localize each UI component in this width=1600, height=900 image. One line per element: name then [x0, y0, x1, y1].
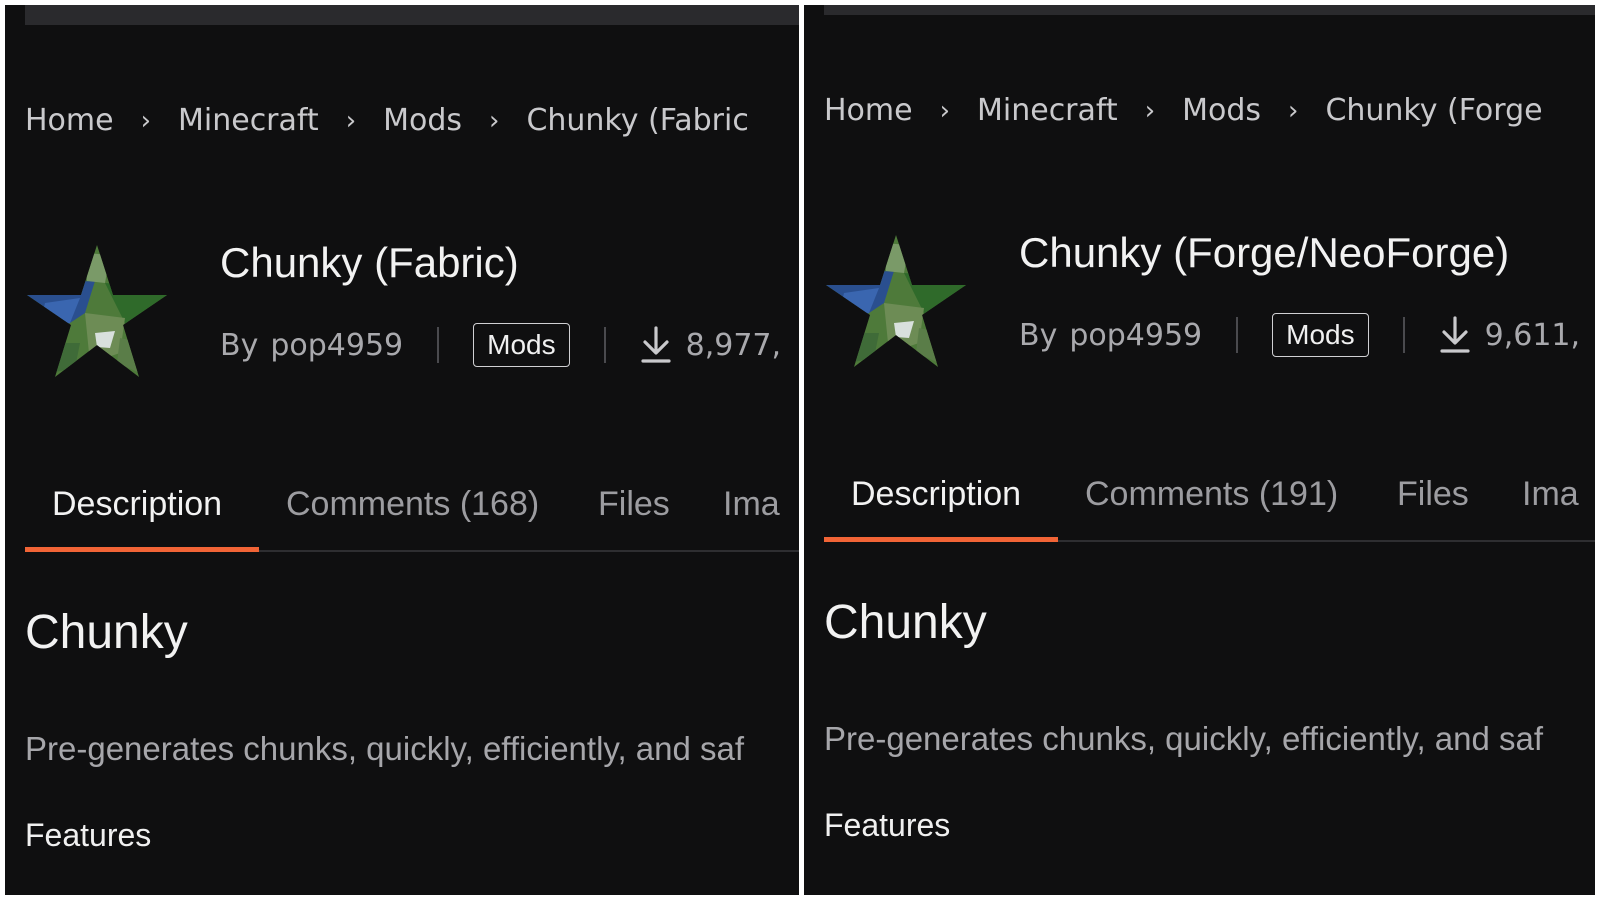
- breadcrumb-current: Chunky (Forge: [1325, 93, 1543, 128]
- chevron-right-icon: ›: [1288, 95, 1299, 126]
- project-title: Chunky (Forge/NeoForge): [1019, 229, 1510, 276]
- breadcrumb-mods[interactable]: Mods: [1182, 93, 1261, 128]
- fabric-project-page: Home › Minecraft › Mods › Chunky (Fabric: [5, 5, 799, 895]
- active-tab-indicator: [824, 537, 1058, 542]
- tab-comments[interactable]: Comments (191): [1085, 450, 1338, 540]
- features-heading: Features: [25, 817, 152, 853]
- download-icon: [1440, 316, 1470, 353]
- breadcrumb: Home › Minecraft › Mods › Chunky (Fabric: [25, 103, 749, 138]
- tab-comments[interactable]: Comments (168): [286, 460, 539, 550]
- project-meta: By pop4959 Mods 8,977,: [220, 323, 781, 367]
- author-link[interactable]: pop4959: [1069, 318, 1202, 353]
- project-tabs: Description Comments (191) Files Ima: [824, 450, 1595, 542]
- project-title: Chunky (Fabric): [220, 239, 519, 286]
- forge-project-page: Home › Minecraft › Mods › Chunky (Forge: [804, 5, 1595, 895]
- features-heading: Features: [824, 807, 951, 843]
- meta-divider: [1236, 317, 1239, 353]
- breadcrumb-home[interactable]: Home: [25, 103, 114, 138]
- chevron-right-icon: ›: [489, 105, 500, 136]
- tab-files[interactable]: Files: [598, 460, 670, 550]
- category-tag[interactable]: Mods: [473, 323, 570, 367]
- chevron-right-icon: ›: [140, 105, 151, 136]
- project-tabs: Description Comments (168) Files Ima: [25, 460, 799, 552]
- tab-images[interactable]: Ima: [1522, 450, 1579, 540]
- breadcrumb-home[interactable]: Home: [824, 93, 913, 128]
- download-icon: [641, 326, 671, 363]
- active-tab-indicator: [25, 547, 259, 552]
- category-tag[interactable]: Mods: [1272, 313, 1369, 357]
- breadcrumb-mods[interactable]: Mods: [383, 103, 462, 138]
- breadcrumb: Home › Minecraft › Mods › Chunky (Forge: [824, 93, 1543, 128]
- description-heading: Chunky: [25, 606, 188, 659]
- by-label: By: [220, 327, 259, 363]
- tab-description[interactable]: Description: [851, 450, 1021, 540]
- meta-divider: [1402, 317, 1405, 353]
- project-meta: By pop4959 Mods 9,611,: [1019, 313, 1580, 357]
- download-count: 8,977,: [685, 327, 782, 363]
- tab-files[interactable]: Files: [1397, 450, 1469, 540]
- description-heading: Chunky: [824, 596, 987, 649]
- chevron-right-icon: ›: [345, 105, 357, 136]
- top-search-bar[interactable]: [25, 5, 799, 25]
- by-label: By: [1019, 317, 1058, 353]
- chevron-right-icon: ›: [1144, 95, 1156, 126]
- tab-description[interactable]: Description: [52, 460, 222, 550]
- meta-divider: [437, 327, 440, 363]
- star-world-map-icon: [826, 235, 966, 367]
- author-link[interactable]: pop4959: [270, 328, 403, 363]
- meta-divider: [603, 327, 606, 363]
- project-summary: Pre-generates chunks, quickly, efficient…: [25, 730, 745, 767]
- breadcrumb-current: Chunky (Fabric: [526, 103, 749, 138]
- star-world-map-icon: [27, 245, 167, 377]
- comparison-screenshot: Home › Minecraft › Mods › Chunky (Fabric: [0, 0, 1600, 900]
- breadcrumb-minecraft[interactable]: Minecraft: [178, 103, 319, 138]
- project-summary: Pre-generates chunks, quickly, efficient…: [824, 720, 1544, 757]
- chevron-right-icon: ›: [939, 95, 950, 126]
- top-search-bar[interactable]: [824, 5, 1595, 15]
- download-count: 9,611,: [1484, 317, 1581, 353]
- tab-images[interactable]: Ima: [723, 460, 780, 550]
- breadcrumb-minecraft[interactable]: Minecraft: [977, 93, 1118, 128]
